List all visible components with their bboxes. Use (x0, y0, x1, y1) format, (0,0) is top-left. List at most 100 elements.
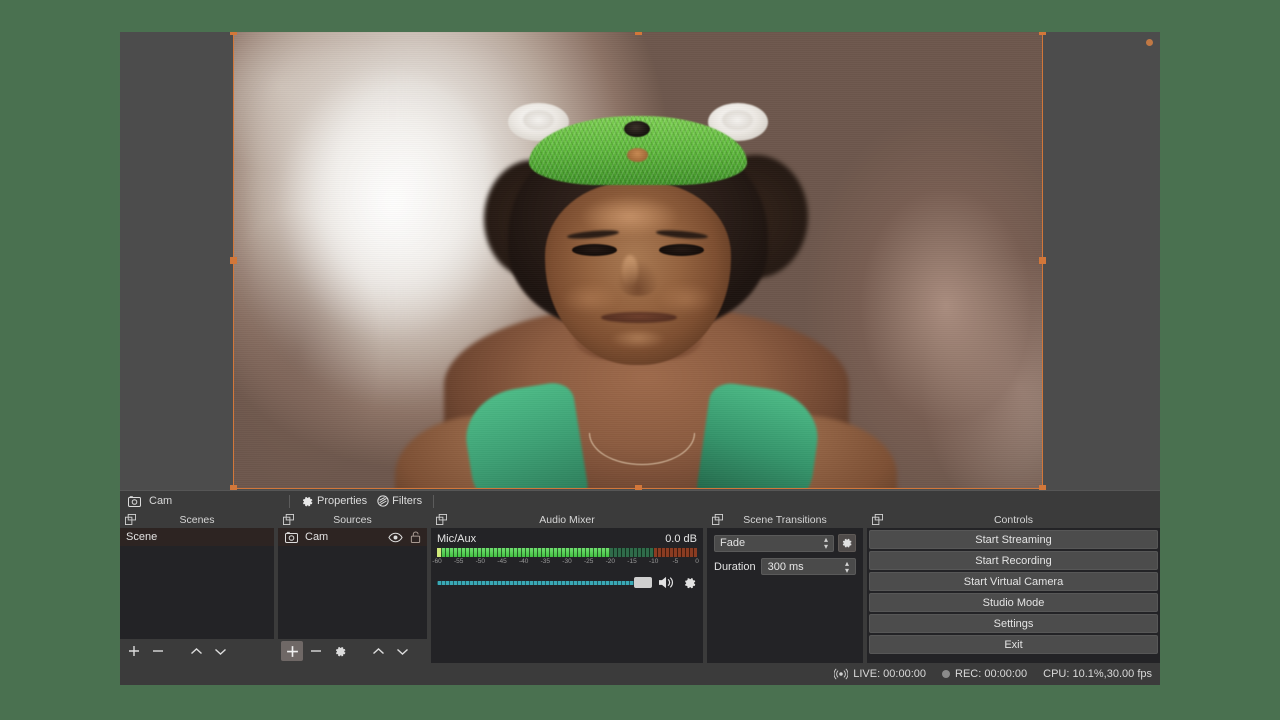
transition-properties-button[interactable] (838, 534, 856, 552)
cpu-label: CPU: 10.1%,30.00 fps (1043, 668, 1152, 680)
eye-icon[interactable] (388, 532, 403, 543)
start-streaming-label: Start Streaming (975, 533, 1052, 546)
start-streaming-button[interactable]: Start Streaming (869, 530, 1158, 549)
list-item[interactable]: Scene (120, 528, 274, 546)
duration-label: Duration (714, 560, 756, 573)
status-bar: LIVE: 00:00:00 REC: 00:00:00 CPU: 10.1%,… (120, 663, 1160, 685)
controls-body: Start Streaming Start Recording Start Vi… (867, 528, 1160, 663)
meter-tick-label: 0 (695, 558, 699, 565)
rec-status: REC: 00:00:00 (942, 668, 1027, 680)
sources-title-label: Sources (333, 513, 372, 526)
meter-peak-indicator (437, 548, 441, 557)
studio-mode-label: Studio Mode (982, 596, 1045, 609)
settings-button[interactable]: Settings (869, 614, 1158, 633)
preview-canvas[interactable] (233, 32, 1043, 488)
gear-icon (841, 537, 853, 549)
rec-timer: REC: 00:00:00 (955, 668, 1028, 680)
source-item-label: Cam (305, 531, 329, 543)
properties-label: Properties (317, 495, 368, 507)
speaker-icon[interactable] (657, 575, 676, 590)
scene-transitions-dock: Scene Transitions Fade ▴ ▾ Duration 300 … (707, 511, 863, 663)
desktop-background: Cam Properties Filters Scenes Scene Sour… (0, 0, 1280, 720)
gear-icon[interactable] (683, 576, 697, 590)
meter-tick-label: -30 (562, 558, 572, 565)
audio-channel-name: Mic/Aux (437, 533, 477, 545)
list-item[interactable]: Cam (278, 528, 427, 546)
properties-button[interactable]: Properties (296, 491, 372, 511)
dock-float-icon[interactable] (283, 514, 294, 525)
tab-cam[interactable]: Cam (120, 491, 283, 511)
dock-float-icon[interactable] (712, 514, 723, 525)
scene-transitions-body: Fade ▴ ▾ Duration 300 ms ▴ ▾ (707, 528, 863, 663)
audio-mixer-dock-title: Audio Mixer (431, 511, 703, 528)
meter-tick-label: -35 (540, 558, 551, 565)
sources-toolbar (278, 639, 427, 663)
unlock-icon[interactable] (410, 531, 421, 543)
cpu-status: CPU: 10.1%,30.00 fps (1043, 668, 1152, 680)
webcam-subject (233, 32, 1043, 488)
tab-cam-label: Cam (149, 495, 173, 507)
add-scene-button[interactable] (123, 641, 145, 661)
dock-float-icon[interactable] (872, 514, 883, 525)
audio-channel-level: 0.0 dB (665, 533, 697, 545)
exit-label: Exit (1004, 638, 1023, 651)
settings-label: Settings (993, 617, 1034, 630)
move-source-down-button[interactable] (391, 641, 413, 661)
recording-indicator-dot (1146, 39, 1153, 46)
remove-source-button[interactable] (305, 641, 327, 661)
scenes-title-label: Scenes (179, 513, 215, 526)
start-recording-button[interactable]: Start Recording (869, 551, 1158, 570)
toolbar-divider-2 (433, 494, 435, 508)
move-scene-down-button[interactable] (209, 641, 231, 661)
meter-tick-label: -45 (497, 558, 507, 565)
filters-button[interactable]: Filters (372, 491, 427, 511)
preview-area[interactable] (120, 32, 1160, 490)
transition-select[interactable]: Fade ▴ ▾ (714, 534, 834, 552)
start-virtual-camera-label: Start Virtual Camera (963, 575, 1064, 588)
start-virtual-camera-button[interactable]: Start Virtual Camera (869, 572, 1158, 591)
dock-float-icon[interactable] (125, 514, 136, 525)
source-properties-button[interactable] (329, 641, 351, 661)
scenes-toolbar (120, 639, 274, 663)
meter-tick-label: -40 (518, 558, 529, 565)
dock-float-icon[interactable] (436, 514, 447, 525)
duration-input[interactable]: 300 ms ▴ ▾ (760, 558, 856, 575)
exit-button[interactable]: Exit (869, 635, 1158, 654)
audio-mixer-title-label: Audio Mixer (539, 513, 595, 526)
move-source-up-button[interactable] (367, 641, 389, 661)
obs-studio-window: Cam Properties Filters Scenes Scene Sour… (120, 32, 1160, 685)
broadcast-icon (834, 668, 849, 680)
spinner-arrows-icon[interactable]: ▴ ▾ (845, 559, 849, 574)
meter-tick-label: -20 (605, 558, 616, 565)
sources-list[interactable]: Cam (278, 528, 427, 639)
toolbar-divider (289, 494, 290, 508)
duration-value: 300 ms (767, 560, 804, 573)
scene-transitions-title-label: Scene Transitions (743, 513, 827, 526)
start-recording-label: Start Recording (975, 554, 1052, 567)
audio-meter-scale: -60 -55 -50 -45 -40 -35 -30 -25 -20 -15 -10 -5 0 (432, 558, 699, 568)
meter-tick-label: -50 (475, 558, 486, 565)
volume-slider[interactable] (437, 576, 652, 588)
add-source-button[interactable] (281, 641, 303, 661)
scene-transitions-dock-title: Scene Transitions (707, 511, 863, 528)
meter-tick-label: -25 (583, 558, 594, 565)
scenes-dock: Scenes Scene (120, 511, 274, 663)
scenes-dock-title: Scenes (120, 511, 274, 528)
meter-tick-label: -60 (432, 558, 442, 565)
transition-select-value: Fade (720, 537, 746, 549)
remove-scene-button[interactable] (147, 641, 169, 661)
studio-mode-button[interactable]: Studio Mode (869, 593, 1158, 612)
meter-tick-label: -55 (453, 558, 464, 565)
move-scene-up-button[interactable] (185, 641, 207, 661)
volume-slider-handle[interactable] (634, 576, 652, 588)
scene-item-label: Scene (126, 531, 158, 543)
camera-icon (285, 531, 298, 543)
audio-level-meter (437, 548, 697, 557)
chevron-updown-icon: ▴ ▾ (823, 535, 828, 551)
controls-dock: Controls Start Streaming Start Recording… (867, 511, 1160, 663)
scenes-list[interactable]: Scene (120, 528, 274, 639)
sources-dock: Sources Cam (278, 511, 427, 663)
audio-mixer-body: Mic/Aux 0.0 dB -60 -55 -50 -45 -40 -35 -30 -25 -… (431, 528, 703, 663)
meter-tick-label: -10 (648, 558, 659, 565)
record-dot-icon (942, 670, 950, 678)
